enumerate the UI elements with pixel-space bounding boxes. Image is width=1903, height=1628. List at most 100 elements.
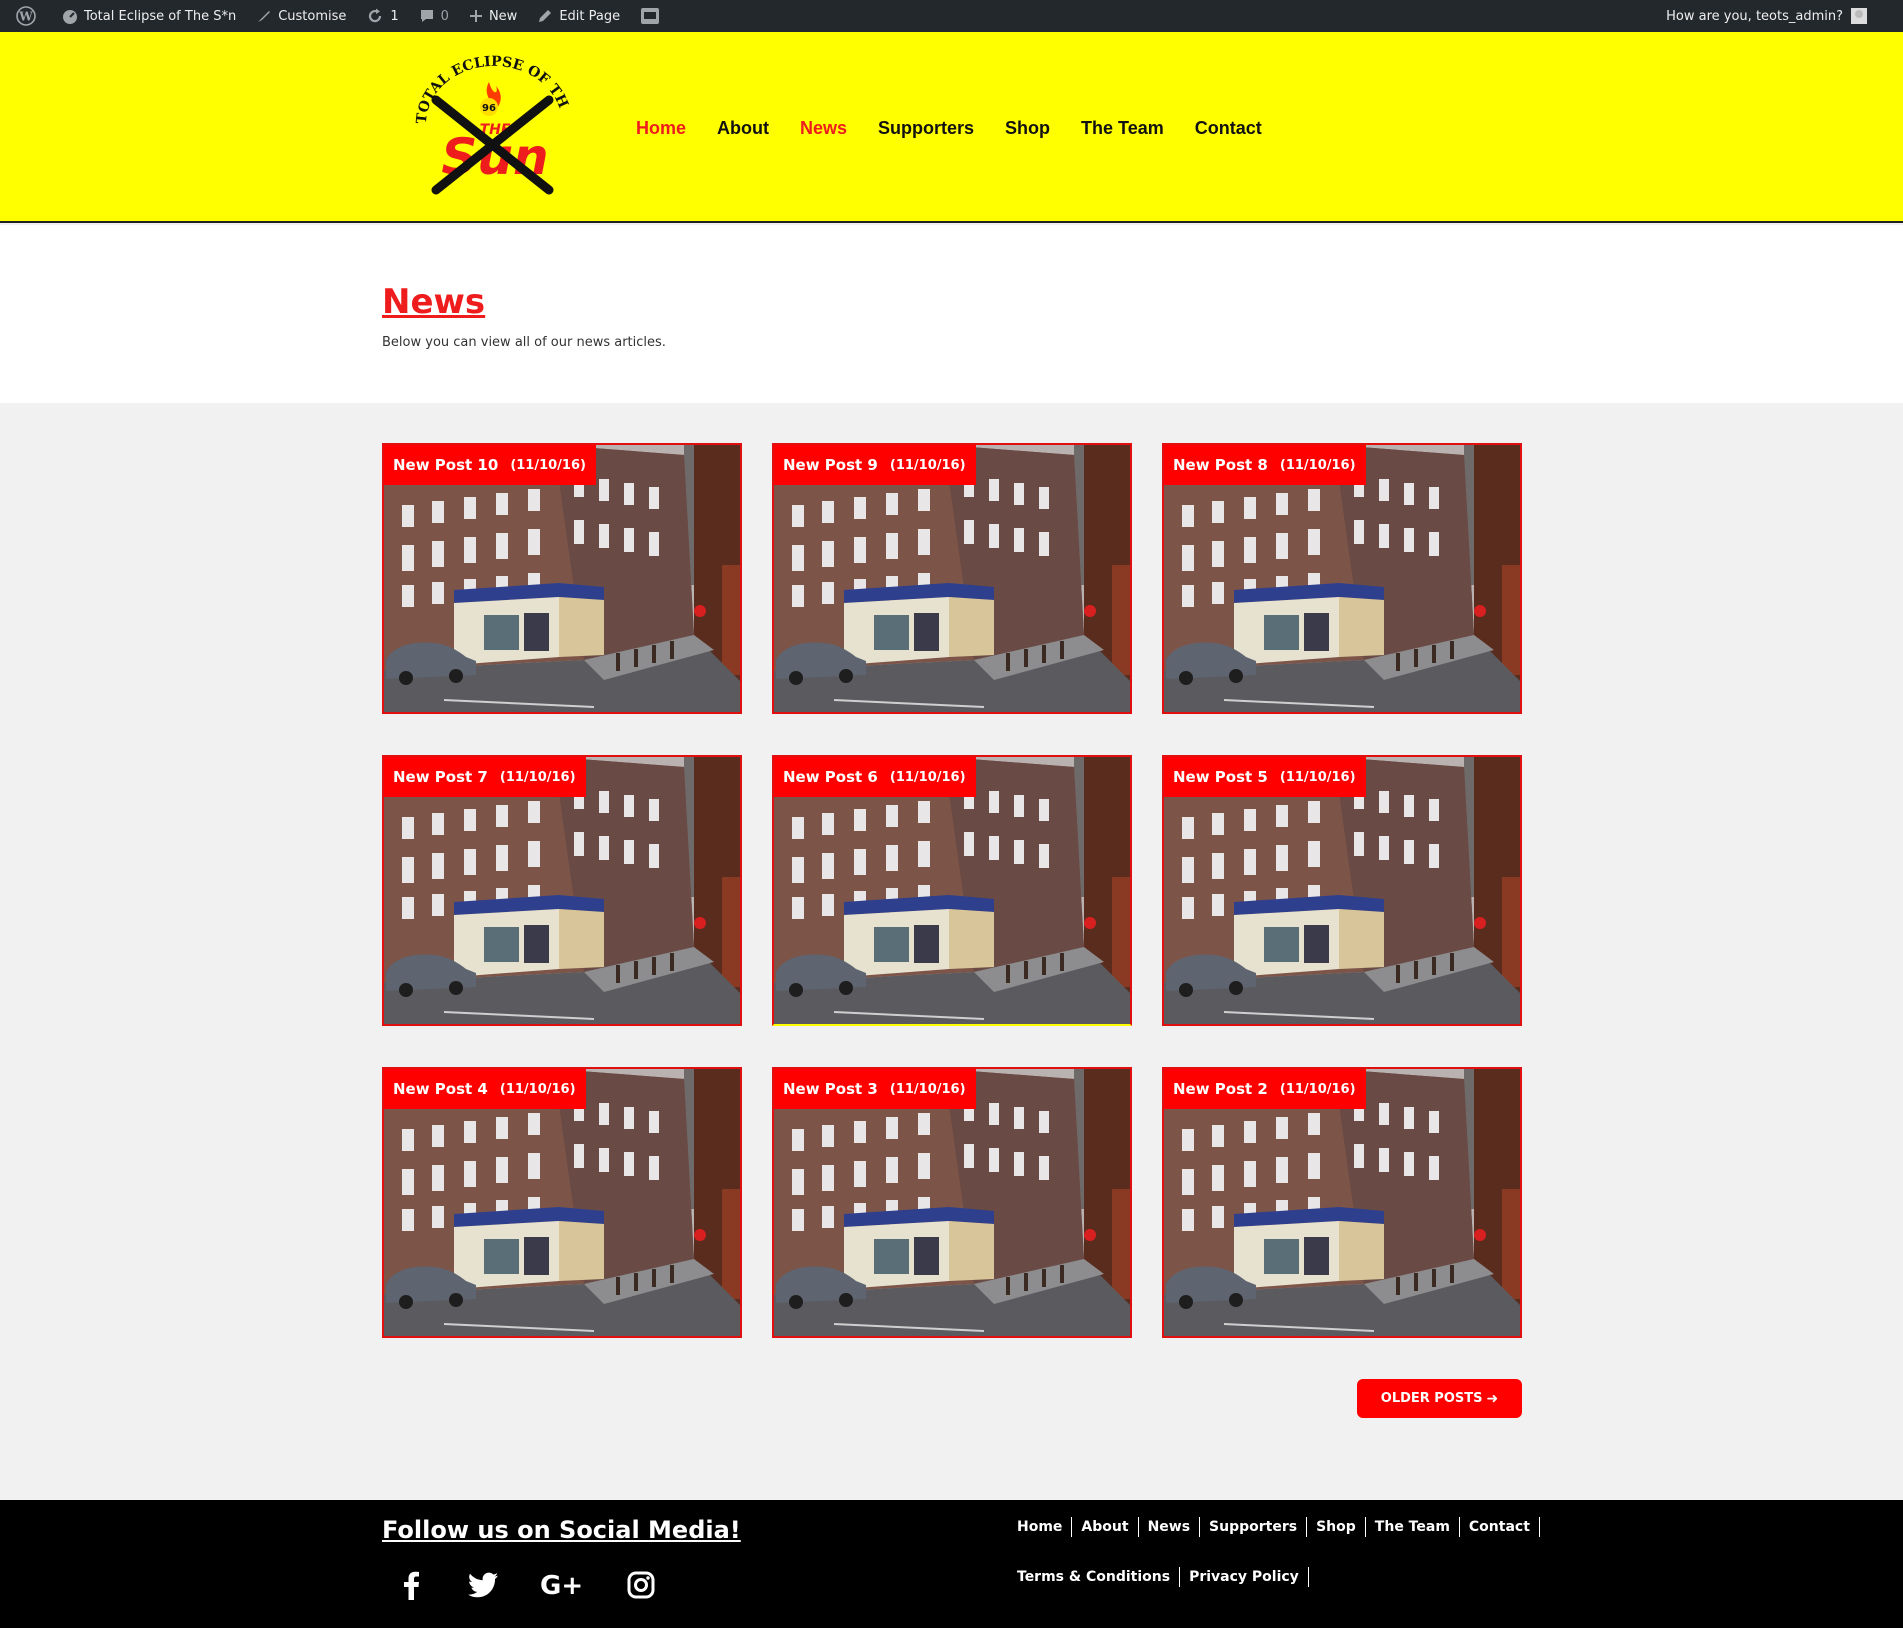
post-label: New Post 8 (11/10/16) xyxy=(1164,445,1366,485)
footer-nav-shop[interactable]: Shop xyxy=(1307,1517,1366,1537)
comments-link[interactable]: 0 xyxy=(409,0,459,32)
street-photo xyxy=(774,445,1130,712)
post-label: New Post 5 (11/10/16) xyxy=(1164,757,1366,797)
customise-link[interactable]: Customise xyxy=(246,0,356,32)
footer-nav-contact[interactable]: Contact xyxy=(1460,1517,1540,1537)
svg-text:W: W xyxy=(18,10,33,24)
nav-home[interactable]: Home xyxy=(636,118,686,139)
post-date: (11/10/16) xyxy=(889,1081,966,1097)
post-label: New Post 3 (11/10/16) xyxy=(774,1069,976,1109)
refresh-icon xyxy=(369,8,382,23)
post-date: (11/10/16) xyxy=(889,769,966,785)
post-date: (11/10/16) xyxy=(510,457,586,473)
facebook-icon[interactable] xyxy=(396,1570,426,1600)
updates-link[interactable]: 1 xyxy=(356,0,408,32)
nav-shop[interactable]: Shop xyxy=(1005,118,1050,139)
post-label: New Post 4 (11/10/16) xyxy=(384,1069,586,1109)
post-date: (11/10/16) xyxy=(1279,769,1356,785)
edit-page-label: Edit Page xyxy=(559,8,621,24)
post-card[interactable]: New Post 5 (11/10/16) xyxy=(1162,755,1522,1026)
footer-nav-supporters[interactable]: Supporters xyxy=(1200,1517,1308,1537)
svg-text:G+: G+ xyxy=(540,1572,583,1598)
edit-page-link[interactable]: Edit Page xyxy=(527,0,630,32)
page-title: News xyxy=(382,282,486,322)
site-name-link[interactable]: Total Eclipse of The S*n xyxy=(52,0,246,32)
page-subtitle: Below you can view all of our news artic… xyxy=(382,335,666,350)
instagram-icon[interactable] xyxy=(626,1570,656,1600)
avatar[interactable] xyxy=(1851,8,1867,24)
wc-store-link[interactable] xyxy=(630,0,676,32)
wordpress-logo-icon[interactable]: W xyxy=(6,0,52,32)
social-links: G+ xyxy=(396,1570,698,1600)
nav-supporters[interactable]: Supporters xyxy=(878,118,974,139)
site-footer: Follow us on Social Media! G+ Home About… xyxy=(0,1500,1903,1628)
footer-nav-home[interactable]: Home xyxy=(1017,1517,1073,1537)
post-title: New Post 3 xyxy=(783,1080,878,1098)
footer-terms-link[interactable]: Terms & Conditions xyxy=(1017,1567,1181,1587)
post-title: New Post 9 xyxy=(783,456,878,474)
post-label: New Post 9 (11/10/16) xyxy=(774,445,976,485)
plus-icon xyxy=(469,10,482,22)
logo-number: 96 xyxy=(482,103,496,114)
nav-contact[interactable]: Contact xyxy=(1195,118,1262,139)
main-nav: Home About News Supporters Shop The Team… xyxy=(636,118,1293,139)
footer-nav-about[interactable]: About xyxy=(1072,1517,1139,1537)
twitter-icon[interactable] xyxy=(468,1570,498,1600)
post-date: (11/10/16) xyxy=(1279,1081,1356,1097)
post-label: New Post 10 (11/10/16) xyxy=(384,445,596,485)
footer-privacy-link[interactable]: Privacy Policy xyxy=(1180,1567,1309,1587)
post-card[interactable]: New Post 10 (11/10/16) xyxy=(382,443,742,714)
dashboard-icon xyxy=(63,10,77,24)
post-label: New Post 7 (11/10/16) xyxy=(384,757,586,797)
site-header: TOTAL ECLIPSE OF THE S*N 96 THE Sun Home… xyxy=(0,32,1903,223)
post-title: New Post 8 xyxy=(1173,456,1268,474)
footer-social-heading: Follow us on Social Media! xyxy=(382,1516,741,1544)
arrow-right-icon: ➜ xyxy=(1486,1390,1499,1407)
new-content-link[interactable]: New xyxy=(459,0,527,32)
street-photo xyxy=(384,445,740,712)
street-photo xyxy=(1164,757,1520,1024)
google-plus-icon[interactable]: G+ xyxy=(540,1570,584,1600)
store-icon xyxy=(641,8,660,24)
site-name-label: Total Eclipse of The S*n xyxy=(84,8,237,24)
post-date: (11/10/16) xyxy=(1279,457,1356,473)
nav-news[interactable]: News xyxy=(800,118,847,139)
post-date: (11/10/16) xyxy=(499,769,576,785)
older-posts-label: OLDER POSTS xyxy=(1380,1391,1483,1406)
post-card[interactable]: New Post 2 (11/10/16) xyxy=(1162,1067,1522,1338)
post-card[interactable]: New Post 4 (11/10/16) xyxy=(382,1067,742,1338)
post-card[interactable]: New Post 9 (11/10/16) xyxy=(772,443,1132,714)
post-title: New Post 10 xyxy=(393,456,499,474)
page-intro: News Below you can view all of our news … xyxy=(0,225,1903,403)
post-card[interactable]: New Post 3 (11/10/16) xyxy=(772,1067,1132,1338)
post-title: New Post 5 xyxy=(1173,768,1268,786)
post-card[interactable]: New Post 7 (11/10/16) xyxy=(382,755,742,1026)
post-card[interactable]: New Post 8 (11/10/16) xyxy=(1162,443,1522,714)
post-label: New Post 2 (11/10/16) xyxy=(1164,1069,1366,1109)
admin-bar: W Total Eclipse of The S*n Customise 1 0… xyxy=(0,0,1903,32)
customise-label: Customise xyxy=(278,8,347,24)
nav-the-team[interactable]: The Team xyxy=(1081,118,1164,139)
post-card[interactable]: New Post 6 (11/10/16) xyxy=(772,755,1132,1026)
updates-count: 1 xyxy=(390,8,399,24)
nav-about[interactable]: About xyxy=(717,118,769,139)
new-label: New xyxy=(488,8,518,24)
brush-icon xyxy=(258,11,271,22)
footer-nav-news[interactable]: News xyxy=(1139,1517,1201,1537)
footer-legal-nav: Terms & Conditions Privacy Policy xyxy=(1017,1567,1309,1587)
older-posts-button[interactable]: OLDER POSTS ➜ xyxy=(1357,1379,1522,1418)
post-date: (11/10/16) xyxy=(889,457,966,473)
pencil-icon xyxy=(539,10,552,22)
post-title: New Post 6 xyxy=(783,768,878,786)
account-greeting[interactable]: How are you, teots_admin? xyxy=(1666,9,1843,24)
street-photo xyxy=(774,1069,1130,1336)
street-photo xyxy=(774,757,1130,1024)
post-date: (11/10/16) xyxy=(499,1081,576,1097)
street-photo xyxy=(384,757,740,1024)
site-logo[interactable]: TOTAL ECLIPSE OF THE S*N 96 THE Sun xyxy=(395,40,584,202)
street-photo xyxy=(384,1069,740,1336)
footer-nav-the-team[interactable]: The Team xyxy=(1366,1517,1460,1537)
street-photo xyxy=(1164,445,1520,712)
post-title: New Post 7 xyxy=(393,768,488,786)
footer-nav: Home About News Supporters Shop The Team… xyxy=(1017,1517,1540,1537)
